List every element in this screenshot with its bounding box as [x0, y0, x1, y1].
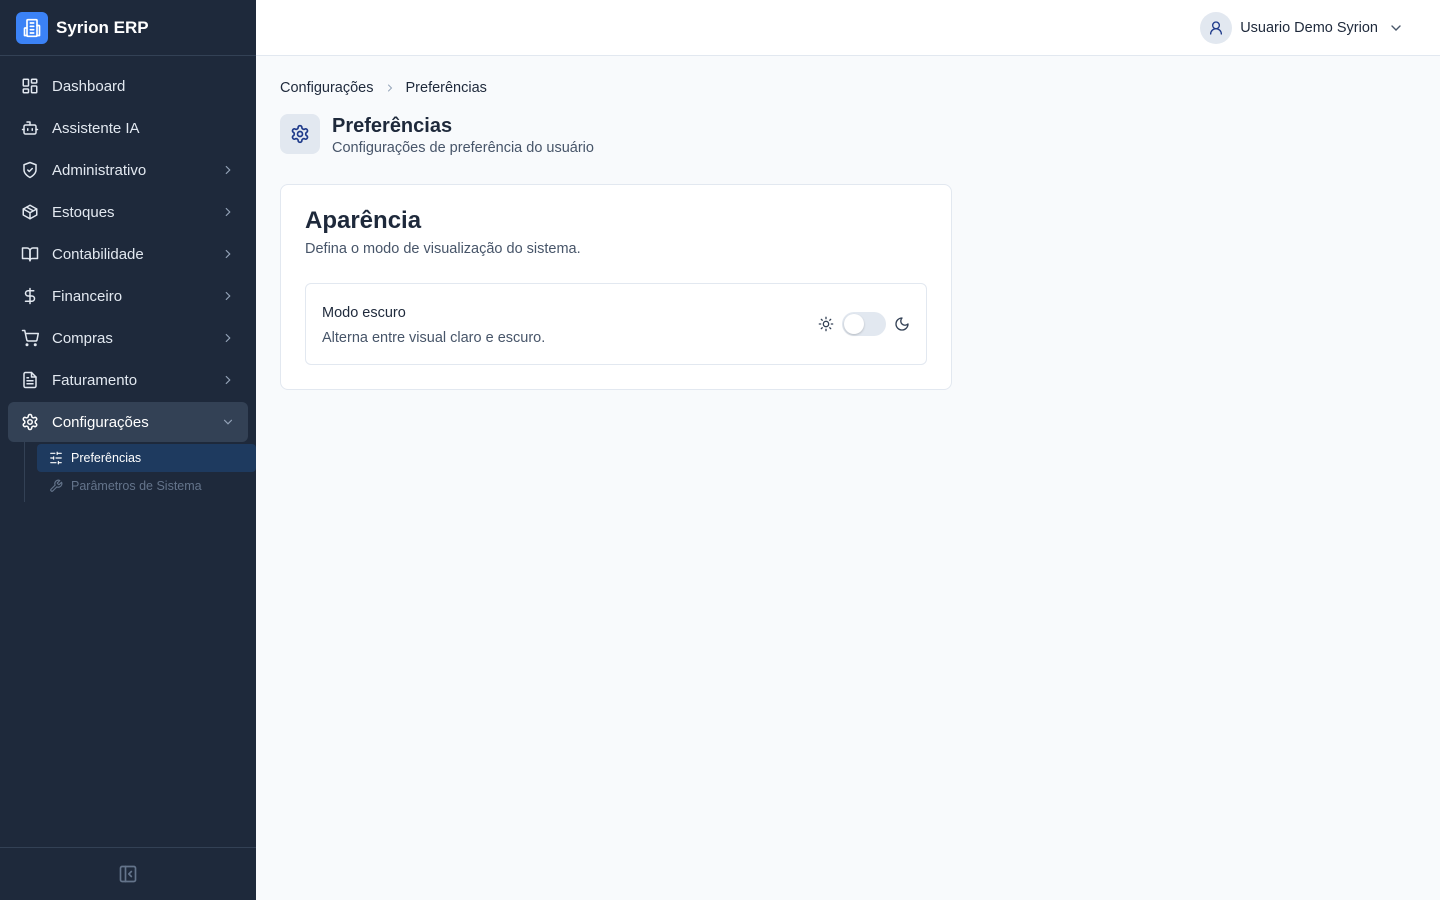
chevron-right-icon [220, 162, 236, 178]
chevron-down-icon [1388, 20, 1404, 36]
user-name: Usuario Demo Syrion [1240, 20, 1378, 36]
panel-collapse-icon[interactable] [118, 864, 138, 884]
layout-dashboard-icon [20, 76, 40, 96]
gear-icon [280, 114, 320, 154]
sidebar-item-label: Faturamento [52, 371, 138, 389]
page-header: Preferências Configurações de preferênci… [280, 114, 594, 156]
sidebar-item-estoques[interactable]: Estoques [8, 192, 248, 232]
dark-mode-toggle[interactable] [842, 312, 886, 336]
page-subtitle: Configurações de preferência do usuário [332, 140, 594, 156]
brand-name: Syrion ERP [56, 17, 149, 37]
sidebar-item-label: Configurações [52, 413, 149, 431]
page-titles: Preferências Configurações de preferênci… [332, 114, 594, 156]
chevron-right-icon [220, 330, 236, 346]
dark-mode-setting: Modo escuro Alterna entre visual claro e… [305, 283, 927, 365]
sidebar-item-assistente-ia[interactable]: Assistente IA [8, 108, 248, 148]
book-open-icon [20, 244, 40, 264]
chevron-right-icon [384, 82, 396, 94]
bot-icon [20, 118, 40, 138]
sidebar-subitem-label: Preferências [71, 451, 142, 465]
sidebar-item-faturamento[interactable]: Faturamento [8, 360, 248, 400]
gear-icon [20, 412, 40, 432]
package-icon [20, 202, 40, 222]
dollar-sign-icon [20, 286, 40, 306]
user-menu-button[interactable]: Usuario Demo Syrion [1200, 12, 1404, 44]
chevron-right-icon [220, 372, 236, 388]
appearance-description: Defina o modo de visualização do sistema… [305, 241, 581, 257]
dark-mode-toggle-group [818, 312, 910, 336]
sidebar-item-compras[interactable]: Compras [8, 318, 248, 358]
sidebar-item-label: Assistente IA [52, 119, 140, 137]
sidebar-item-label: Compras [52, 329, 113, 347]
sidebar-subitem-label: Parâmetros de Sistema [71, 479, 202, 493]
breadcrumb-current: Preferências [405, 80, 487, 96]
sidebar-item-label: Contabilidade [52, 245, 144, 263]
breadcrumb-parent-link[interactable]: Configurações [280, 80, 374, 96]
file-text-icon [20, 370, 40, 390]
chevron-down-icon [220, 414, 236, 430]
sidebar-item-financeiro[interactable]: Financeiro [8, 276, 248, 316]
sidebar-item-label: Estoques [52, 203, 115, 221]
sidebar-item-configuracoes[interactable]: Configurações [8, 402, 248, 442]
chevron-right-icon [220, 246, 236, 262]
sliders-icon [49, 451, 63, 465]
sidebar: Syrion ERP Dashboard Assistente IA Admin… [0, 0, 256, 900]
wrench-icon [49, 479, 63, 493]
breadcrumb: Configurações Preferências [280, 80, 487, 96]
sidebar-item-label: Administrativo [52, 161, 147, 179]
shield-icon [20, 160, 40, 180]
user-icon [1208, 20, 1224, 36]
page-title: Preferências [332, 115, 453, 137]
shopping-cart-icon [20, 328, 40, 348]
topbar: Usuario Demo Syrion [256, 0, 1440, 56]
brand[interactable]: Syrion ERP [0, 0, 256, 56]
sun-icon [818, 316, 834, 332]
appearance-card: Aparência Defina o modo de visualização … [280, 184, 952, 390]
sidebar-subnav-configuracoes: Preferências Parâmetros de Sistema [24, 442, 256, 502]
sidebar-nav: Dashboard Assistente IA Administrativo E… [0, 56, 256, 442]
sidebar-item-label: Financeiro [52, 287, 123, 305]
chevron-right-icon [220, 288, 236, 304]
sidebar-subitem-preferencias[interactable]: Preferências [37, 444, 256, 472]
sidebar-item-administrativo[interactable]: Administrativo [8, 150, 248, 190]
moon-icon [894, 316, 910, 332]
sidebar-item-contabilidade[interactable]: Contabilidade [8, 234, 248, 274]
dark-mode-label: Modo escuro [322, 305, 406, 321]
avatar [1200, 12, 1233, 44]
sidebar-footer [0, 847, 256, 900]
appearance-title: Aparência [305, 207, 422, 234]
sidebar-subitem-parametros-de-sistema[interactable]: Parâmetros de Sistema [37, 472, 256, 500]
sidebar-item-label: Dashboard [52, 77, 126, 95]
dark-mode-description: Alterna entre visual claro e escuro. [322, 330, 546, 346]
toggle-knob [844, 314, 864, 334]
building-icon [16, 11, 48, 44]
sidebar-item-dashboard[interactable]: Dashboard [8, 66, 248, 106]
chevron-right-icon [220, 204, 236, 220]
